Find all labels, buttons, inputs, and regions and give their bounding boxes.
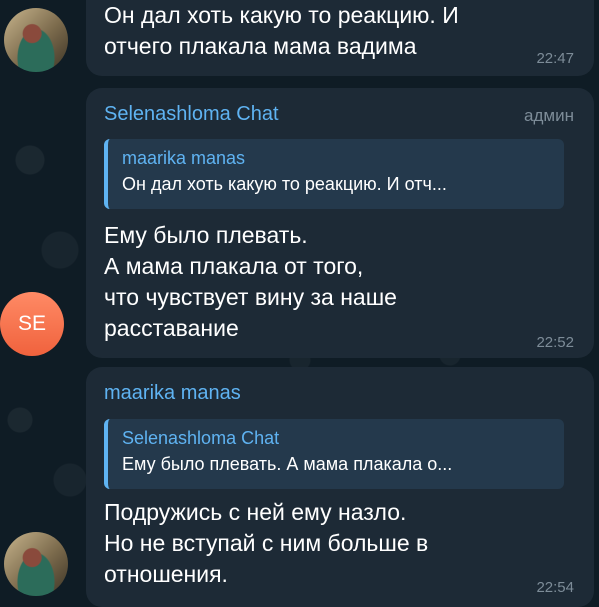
avatar-maarika-top[interactable]: [4, 8, 68, 72]
message-line: Он дал хоть какую то реакцию. И: [104, 2, 459, 28]
avatar-selenashloma[interactable]: SE: [0, 292, 64, 356]
message-line: Подружись с ней ему назло.: [104, 499, 407, 525]
message-line: отчего плакала мама вадима: [104, 33, 417, 59]
message-bubble-3[interactable]: maarika manas Selenashloma Chat Ему было…: [86, 367, 594, 607]
admin-badge: админ: [524, 106, 574, 125]
message-time: 22:47: [536, 50, 574, 67]
message-line: А мама плакала от того,: [104, 253, 364, 279]
reply-sender-name: maarika manas: [122, 148, 246, 168]
avatar-initials: SE: [17, 312, 46, 335]
message-line: Ему было плевать.: [104, 222, 308, 248]
reply-preview-text: Ему было плевать. А мама плакала о...: [122, 454, 453, 474]
message-line: расставание: [104, 315, 239, 341]
sender-name[interactable]: Selenashloma Chat: [104, 103, 279, 126]
sender-name[interactable]: maarika manas: [104, 382, 241, 405]
avatar-maarika[interactable]: [4, 532, 68, 596]
message-bubble-2[interactable]: Selenashloma Chat админ maarika manas Он…: [86, 88, 594, 358]
message-time: 22:52: [536, 334, 574, 351]
message-text: Подружись с ней ему назло. Но не вступай…: [104, 497, 428, 590]
reply-preview-text: Он дал хоть какую то реакцию. И отч...: [122, 174, 447, 194]
message-bubble-1[interactable]: Он дал хоть какую то реакцию. И отчего п…: [86, 0, 594, 76]
message-text: Он дал хоть какую то реакцию. И отчего п…: [104, 0, 459, 62]
message-line: что чувствует вину за наше: [104, 284, 397, 310]
message-text: Ему было плевать. А мама плакала от того…: [104, 220, 397, 344]
reply-quote[interactable]: maarika manas Он дал хоть какую то реакц…: [104, 139, 564, 209]
reply-quote[interactable]: Selenashloma Chat Ему было плевать. А ма…: [104, 419, 564, 489]
message-line: отношения.: [104, 561, 228, 587]
message-line: Но не вступай с ним больше в: [104, 530, 429, 556]
reply-sender-name: Selenashloma Chat: [122, 428, 280, 448]
message-time: 22:54: [536, 579, 574, 596]
